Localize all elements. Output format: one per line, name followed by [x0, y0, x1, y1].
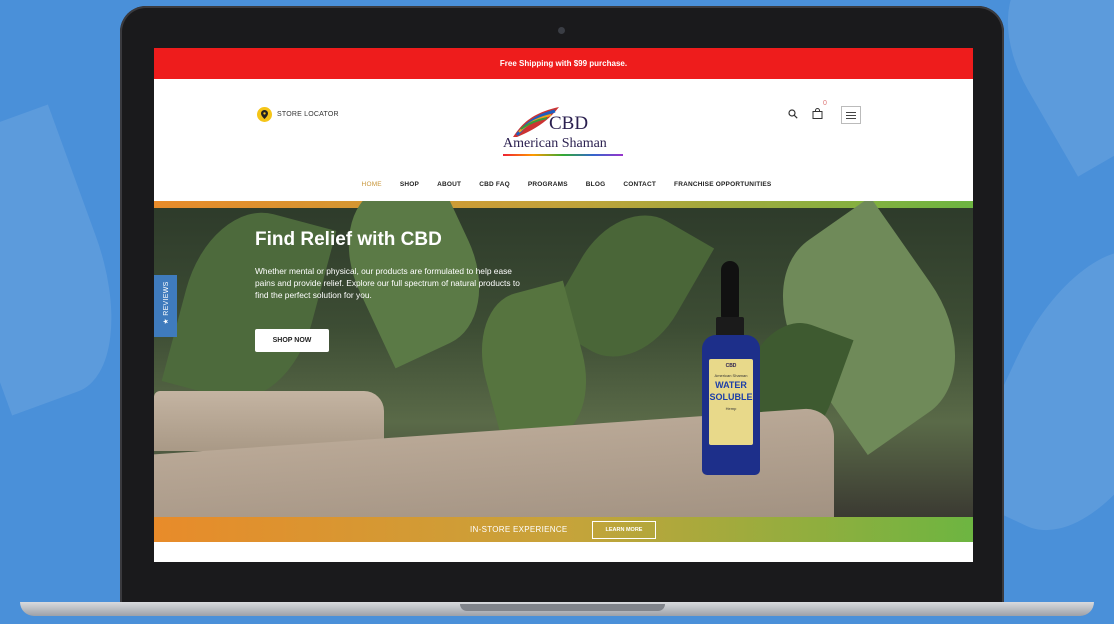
hero-banner: Find Relief with CBD Whether mental or p…	[154, 201, 973, 517]
website-screen: Free Shipping with $99 purchase. STORE L…	[154, 48, 973, 562]
shop-now-button[interactable]: SHOP NOW	[255, 329, 329, 352]
nav-item-home[interactable]: HOME	[362, 181, 382, 188]
cart-count-badge: 0	[823, 100, 827, 107]
learn-more-button[interactable]: LEARN MORE	[592, 521, 656, 539]
cart-button[interactable]: 0	[812, 100, 827, 124]
hamburger-menu-icon[interactable]	[841, 106, 861, 124]
laptop-notch	[460, 604, 665, 611]
nav-item-cbd-faq[interactable]: CBD FAQ	[479, 181, 510, 188]
map-pin-icon	[257, 107, 272, 122]
logo-cbd-text: CBD	[549, 113, 589, 134]
logo-brand-text: American Shaman	[503, 136, 607, 151]
bottle-label-water: WATER	[715, 380, 747, 390]
bottle-collar	[716, 317, 744, 337]
in-store-banner: IN-STORE EXPERIENCE LEARN MORE	[154, 517, 973, 542]
promo-bar: Free Shipping with $99 purchase.	[154, 48, 973, 79]
hero-description: Whether mental or physical, our products…	[255, 266, 520, 300]
in-store-text: IN-STORE EXPERIENCE	[470, 525, 568, 534]
hero-gradient-bar	[154, 201, 973, 208]
search-icon[interactable]	[788, 106, 798, 124]
nav-item-contact[interactable]: CONTACT	[623, 181, 656, 188]
nav-item-programs[interactable]: PROGRAMS	[528, 181, 568, 188]
store-locator-link[interactable]: STORE LOCATOR	[257, 107, 339, 122]
shopping-bag-icon	[812, 108, 823, 119]
store-locator-label: STORE LOCATOR	[277, 111, 339, 118]
nav-item-about[interactable]: ABOUT	[437, 181, 461, 188]
bottle-label-brand: American Shaman	[714, 373, 748, 378]
webcam-icon	[558, 27, 565, 34]
reviews-tab-label: ★ REVIEWS	[163, 281, 170, 325]
nav-item-blog[interactable]: BLOG	[586, 181, 606, 188]
bottle-label-soluble: SOLUBLE	[709, 392, 753, 402]
bottle-body: CBD American Shaman WATER SOLUBLE Hemp	[702, 335, 760, 475]
bottle-label: CBD American Shaman WATER SOLUBLE Hemp	[709, 359, 753, 445]
bottle-label-flavor: Hemp	[725, 406, 737, 411]
header-icons: 0	[788, 100, 861, 124]
main-navigation: HOME SHOP ABOUT CBD FAQ PROGRAMS BLOG CO…	[154, 181, 973, 188]
product-bottle-image: CBD American Shaman WATER SOLUBLE Hemp	[700, 261, 762, 476]
nav-item-franchise[interactable]: FRANCHISE OPPORTUNITIES	[674, 181, 771, 188]
reviews-tab[interactable]: ★ REVIEWS	[154, 275, 177, 337]
bottle-dropper	[721, 261, 739, 319]
nav-item-shop[interactable]: SHOP	[400, 181, 419, 188]
hero-title: Find Relief with CBD	[255, 229, 442, 250]
site-logo[interactable]: CBD American Shaman	[499, 103, 627, 159]
bottle-label-cbd: CBD	[725, 363, 737, 369]
logo-underline	[503, 154, 623, 156]
